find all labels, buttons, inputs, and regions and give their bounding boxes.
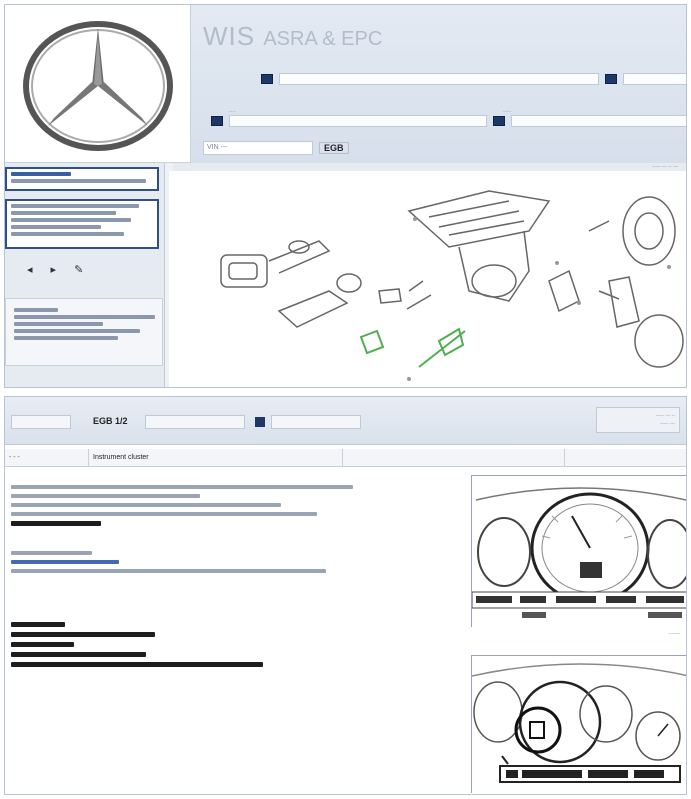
tree-selector[interactable] <box>5 167 159 191</box>
tab-empty-2[interactable] <box>565 449 686 467</box>
left-navigation-panel: ◂ ▸ ✎ <box>5 163 165 387</box>
diagram-header: ----- --- -- --- <box>173 163 686 171</box>
back-icon[interactable]: ◂ <box>27 263 33 276</box>
tab-empty-1[interactable] <box>343 449 565 467</box>
toolbar-info-box: ----- --- -- ----- --- <box>596 407 680 433</box>
app-title: WIS ASRA & EPC <box>203 21 383 51</box>
edit-icon[interactable]: ✎ <box>74 263 83 276</box>
document-id: EGB 1/2 <box>93 416 128 426</box>
forward-icon[interactable]: ▸ <box>51 263 57 276</box>
engine-field[interactable] <box>229 115 487 127</box>
brand-logo <box>5 5 191 163</box>
header-banner: WIS ASRA & EPC ---- ----- VIN --- EGB <box>191 5 686 163</box>
select-button-3[interactable] <box>211 116 223 126</box>
document-tab-row: - - - Instrument cluster <box>5 449 686 467</box>
star-logo-icon <box>22 20 173 151</box>
instrument-cluster-closeup-diagram <box>471 656 686 794</box>
info-box <box>5 298 163 366</box>
select-button-4[interactable] <box>493 116 505 126</box>
select-button-2[interactable] <box>605 74 617 84</box>
document-toolbar: EGB 1/2 ----- --- -- ----- --- <box>5 397 686 445</box>
tree-list[interactable] <box>5 199 159 249</box>
toolbar-field-left[interactable] <box>11 415 71 429</box>
nav-tool-row: ◂ ▸ ✎ <box>27 263 83 276</box>
tab-code[interactable]: - - - <box>5 449 89 467</box>
select-button-1[interactable] <box>261 74 273 84</box>
model-field[interactable] <box>279 73 599 85</box>
instrument-cluster-diagram <box>471 476 686 628</box>
instrument-cluster-image-1[interactable] <box>471 475 686 628</box>
exploded-view-diagram <box>220 190 684 381</box>
toolbar-select-button[interactable] <box>255 417 265 427</box>
image-1-caption: ------- <box>668 631 680 637</box>
instrument-cluster-image-2[interactable] <box>471 655 686 794</box>
tab-title[interactable]: Instrument cluster <box>89 449 343 467</box>
document-text <box>11 485 461 672</box>
model-field-2[interactable] <box>623 73 686 85</box>
vin-search-button[interactable]: EGB <box>319 142 349 154</box>
toolbar-field-right[interactable] <box>271 415 361 429</box>
wis-main-window: WIS ASRA & EPC ---- ----- VIN --- EGB --… <box>4 4 687 388</box>
toolbar-field-mid[interactable] <box>145 415 245 429</box>
vin-input[interactable]: VIN --- <box>203 141 313 155</box>
wis-document-window: EGB 1/2 ----- --- -- ----- --- - - - Inst… <box>4 396 687 795</box>
transmission-field[interactable] <box>511 115 686 127</box>
parts-diagram[interactable] <box>169 171 686 387</box>
